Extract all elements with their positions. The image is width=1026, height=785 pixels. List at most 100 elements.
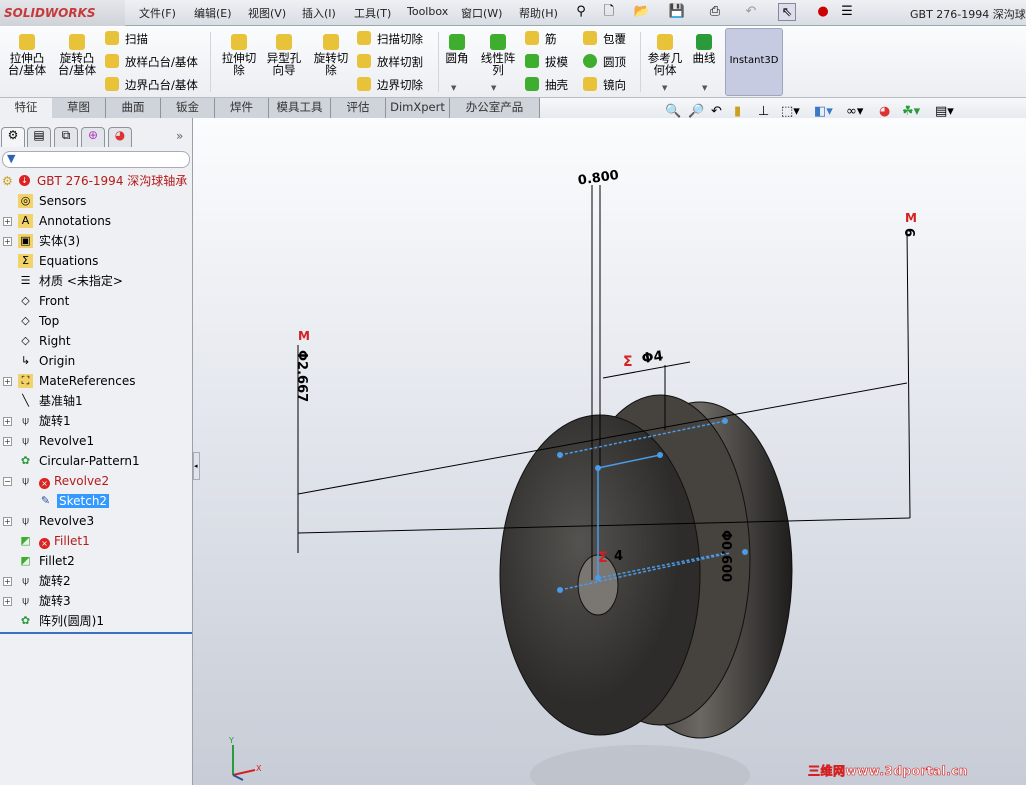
label: 异型孔向导 [266, 51, 302, 77]
options-icon[interactable]: ☰ [838, 3, 856, 21]
menu-view[interactable]: 视图(V) [248, 5, 286, 21]
view-orientation-icon[interactable]: ⬚▾ [781, 104, 800, 119]
boundary-cut-button[interactable]: 边界切除 [357, 76, 423, 94]
menu-file[interactable]: 文件(F) [139, 5, 176, 21]
curves-button[interactable]: 曲线 [690, 34, 718, 64]
menu-window[interactable]: 窗口(W) [461, 5, 502, 21]
hole-wizard-button[interactable]: 异型孔向导 [264, 34, 304, 76]
dimension-far-right[interactable]: 6 [901, 228, 916, 237]
expand-icon[interactable]: + [3, 237, 12, 246]
menu-tools[interactable]: 工具(T) [354, 5, 391, 21]
expand-icon[interactable]: + [3, 377, 12, 386]
tree-item-text: 材质 <未指定> [39, 271, 123, 291]
property-manager-tab-icon[interactable]: ▤ [27, 127, 51, 147]
tab-sheet-metal[interactable]: 钣金 [161, 98, 215, 118]
extrude-boss-button[interactable]: 拉伸凸台/基体 [6, 34, 48, 76]
pin-icon[interactable]: ⚲ [572, 3, 590, 21]
wrap-button[interactable]: 包覆 [583, 30, 626, 48]
tree-item-label: Fillet1 [54, 534, 90, 548]
tab-evaluate[interactable]: 评估 [331, 98, 386, 118]
menu-help[interactable]: 帮助(H) [519, 5, 558, 21]
new-document-icon[interactable]: 🗋 [600, 3, 618, 21]
tree-item-text: Circular-Pattern1 [39, 451, 140, 471]
graphics-area[interactable]: 0.800 Φ2.667 Φ4 4 Φ0.600 6 M M Σ Σ Y X [193, 118, 1026, 785]
mirror-button[interactable]: 镜向 [583, 76, 626, 94]
loft-boss-button[interactable]: 放样凸台/基体 [105, 53, 198, 71]
shell-button[interactable]: 抽壳 [525, 76, 568, 94]
configuration-manager-tab-icon[interactable]: ⧉ [54, 127, 78, 147]
expand-icon[interactable]: + [3, 517, 12, 526]
zoom-to-fit-icon[interactable]: 🔍 [665, 104, 681, 119]
expand-icon[interactable]: + [3, 417, 12, 426]
rollback-bar[interactable] [0, 632, 192, 634]
expand-icon[interactable]: + [3, 217, 12, 226]
expand-icon[interactable]: + [3, 577, 12, 586]
chevron-down-icon[interactable]: ▼ [662, 84, 667, 92]
sweep-button[interactable]: 扫描 [105, 30, 148, 48]
draft-button[interactable]: 拔模 [525, 53, 568, 71]
tab-sketch[interactable]: 草图 [52, 98, 106, 118]
dimension-right[interactable]: Φ0.600 [718, 530, 733, 582]
solidworks-logo[interactable]: SOLIDWORKS [0, 0, 125, 26]
tab-weldments[interactable]: 焊件 [215, 98, 269, 118]
apply-scene-icon[interactable]: ☘▾ [902, 104, 920, 119]
wrap-icon [583, 31, 597, 45]
chevron-down-icon[interactable]: ▼ [451, 84, 456, 92]
collapse-icon[interactable]: − [3, 477, 12, 486]
chevron-down-icon[interactable]: ▼ [491, 84, 496, 92]
print-icon[interactable]: ⎙ [706, 3, 724, 21]
x-axis-label: X [256, 764, 262, 773]
menu-toolbox[interactable]: Toolbox [407, 5, 448, 18]
dimension-middle[interactable]: Φ4 [641, 348, 665, 367]
expand-icon[interactable]: + [3, 437, 12, 446]
tab-features[interactable]: 特征 [0, 98, 52, 118]
boundary-boss-button[interactable]: 边界凸台/基体 [105, 76, 198, 94]
revolve-icon: ⍦ [22, 514, 29, 527]
view-settings-icon[interactable]: ▤▾ [935, 104, 954, 119]
revolve-boss-button[interactable]: 旋转凸台/基体 [55, 34, 99, 76]
dome-button[interactable]: 圆顶 [583, 53, 626, 71]
expand-panel-icon[interactable]: » [176, 129, 183, 143]
dimxpert-manager-tab-icon[interactable]: ⊕ [81, 127, 105, 147]
dimension-small[interactable]: 4 [614, 549, 623, 564]
revolve-icon: ⍦ [22, 434, 29, 447]
open-icon[interactable]: 📂 [633, 3, 651, 21]
menu-insert[interactable]: 插入(I) [302, 5, 336, 21]
hide-show-items-icon[interactable]: ∞▾ [846, 104, 863, 119]
label: 扫描切除 [377, 32, 423, 46]
section-view-icon[interactable]: ▮ [734, 104, 741, 119]
display-style-icon[interactable]: ◧▾ [814, 104, 833, 119]
dimension-left[interactable]: Φ2.667 [294, 350, 309, 402]
feature-manager-tab-icon[interactable]: ⚙ [1, 127, 25, 147]
tab-office-products[interactable]: 办公室产品 [450, 98, 540, 118]
tab-mold-tools[interactable]: 模具工具 [269, 98, 331, 118]
chevron-down-icon[interactable]: ▼ [702, 84, 707, 92]
mate-references-icon: ⛶ [18, 374, 33, 388]
rib-button[interactable]: 筋 [525, 30, 557, 48]
tree-filter-input[interactable]: ▼ [2, 151, 190, 168]
fillet-button[interactable]: 圆角 [443, 34, 471, 64]
rebuild-icon[interactable]: ● [814, 3, 832, 21]
tree-item-text: MateReferences [39, 371, 135, 391]
expand-icon[interactable]: + [3, 597, 12, 606]
save-icon[interactable]: 💾 [668, 3, 686, 21]
undo-icon[interactable]: ↶ [742, 3, 760, 21]
zoom-to-area-icon[interactable]: 🔎 [688, 104, 704, 119]
dimension-top[interactable]: 0.800 [577, 168, 620, 189]
select-icon[interactable]: ⇖ [778, 3, 796, 21]
instant3d-button[interactable]: Instant3D [725, 28, 783, 96]
dynamic-annotation-icon[interactable]: ⊥ [758, 104, 769, 119]
previous-view-icon[interactable]: ↶ [711, 104, 722, 119]
reference-geometry-button[interactable]: 参考几何体 [645, 34, 685, 76]
extrude-cut-button[interactable]: 拉伸切除 [218, 34, 260, 76]
edit-appearance-icon[interactable]: ◕ [879, 104, 890, 119]
tab-dimxpert[interactable]: DimXpert [386, 98, 450, 118]
revolve-cut-button[interactable]: 旋转切除 [310, 34, 352, 76]
lofted-cut-button[interactable]: 放样切割 [357, 53, 423, 71]
tab-surfaces[interactable]: 曲面 [106, 98, 161, 118]
swept-cut-button[interactable]: 扫描切除 [357, 30, 423, 48]
display-manager-tab-icon[interactable]: ◕ [108, 127, 132, 147]
panel-collapse-handle[interactable]: ◂ [193, 452, 200, 480]
menu-edit[interactable]: 编辑(E) [194, 5, 232, 21]
linear-pattern-button[interactable]: 线性阵列 [478, 34, 518, 76]
